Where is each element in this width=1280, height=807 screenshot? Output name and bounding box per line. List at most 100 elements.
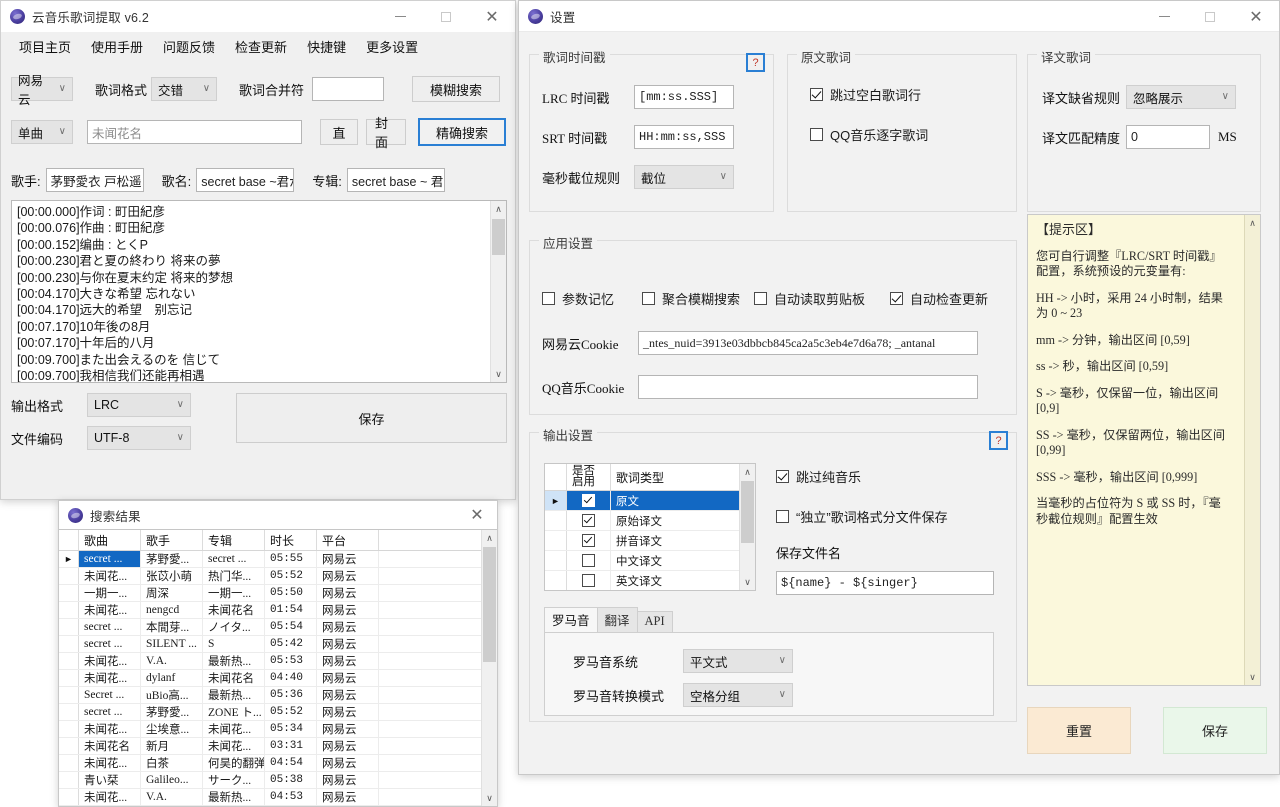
direct-button[interactable]: 直 [320, 119, 358, 145]
search-input[interactable]: 未闻花名 [87, 120, 302, 144]
exact-search-button[interactable]: 精确搜索 [418, 118, 506, 146]
file-encoding-select[interactable]: UTF-8 ∨ [87, 426, 191, 450]
tab-api[interactable]: API [636, 611, 673, 632]
results-column-header[interactable]: 歌曲 [79, 530, 141, 550]
scroll-down-icon[interactable]: ∨ [1245, 669, 1260, 685]
song-field[interactable]: secret base ~君が [196, 168, 295, 192]
auto-read-clipboard-checkbox[interactable]: 自动读取剪贴板 [754, 289, 890, 308]
tab-romaji[interactable]: 罗马音 [544, 607, 598, 632]
row-selector[interactable] [59, 755, 79, 771]
lyric-type-row[interactable]: 原始译文 [545, 511, 755, 531]
skip-blank-lines-checkbox[interactable]: 跳过空白歌词行 [810, 85, 921, 104]
romaji-system-select[interactable]: 平文式 ∨ [683, 649, 793, 673]
srt-timestamp-input[interactable]: HH:mm:ss,SSS [634, 125, 734, 149]
checkbox-icon[interactable] [582, 494, 595, 507]
filename-input[interactable]: ${name} - ${singer} [776, 571, 994, 595]
skip-instrumental-checkbox[interactable]: 跳过纯音乐 [776, 467, 861, 486]
cell-enabled[interactable] [567, 571, 611, 590]
menu-item-manual[interactable]: 使用手册 [81, 34, 153, 59]
minimize-icon[interactable] [377, 1, 423, 32]
tab-translate[interactable]: 翻译 [596, 607, 638, 632]
row-selector[interactable] [59, 568, 79, 584]
row-selector[interactable] [59, 602, 79, 618]
table-row[interactable]: 未闻花... V.A. 最新热... 05:53 网易云 [59, 653, 497, 670]
checkbox-icon[interactable] [582, 554, 595, 567]
romaji-mode-select[interactable]: 空格分组 ∨ [683, 683, 793, 707]
row-selector[interactable] [545, 551, 567, 570]
param-memory-checkbox[interactable]: 参数记忆 [542, 289, 642, 308]
ms-rule-select[interactable]: 截位 ∨ [634, 165, 734, 189]
row-selector[interactable] [59, 670, 79, 686]
row-selector[interactable] [59, 704, 79, 720]
row-selector[interactable] [545, 531, 567, 550]
scroll-down-icon[interactable]: ∨ [491, 366, 506, 382]
main-window-titlebar[interactable]: 云音乐歌词提取 v6.2 ✕ [1, 1, 515, 32]
search-results-grid[interactable]: 歌曲 歌手 专辑 时长 平台 ► secret ... 茅野愛... secret ... 05… [59, 529, 497, 806]
row-selector[interactable] [545, 511, 567, 530]
lyric-type-table-body[interactable]: ►原文原始译文拼音译文中文译文英文译文罗马音译文 [545, 491, 755, 590]
table-row[interactable]: 未闻花... 张苡小萌 热门华... 05:52 网易云 [59, 568, 497, 585]
menu-item-more-settings[interactable]: 更多设置 [356, 34, 428, 59]
table-row[interactable]: 未闻花... V.A. 最新热... 04:53 网易云 [59, 789, 497, 806]
minimize-icon[interactable] [1141, 1, 1187, 32]
row-selector[interactable] [59, 636, 79, 652]
timestamp-help-icon[interactable]: ? [746, 53, 765, 72]
save-button[interactable]: 保存 [236, 393, 507, 443]
checkbox-icon[interactable] [582, 534, 595, 547]
lyric-format-select[interactable]: 交错 ∨ [151, 77, 218, 101]
menu-item-home[interactable]: 项目主页 [9, 34, 81, 59]
platform-select[interactable]: 网易云 ∨ [11, 74, 73, 107]
lrc-timestamp-input[interactable]: [mm:ss.SSS] [634, 85, 734, 109]
table-row[interactable]: ► secret ... 茅野愛... secret ... 05:55 网易云 [59, 551, 497, 568]
row-selector[interactable] [59, 789, 79, 805]
qq-word-by-word-checkbox[interactable]: QQ音乐逐字歌词 [810, 125, 928, 144]
scrollbar-thumb[interactable] [483, 547, 496, 662]
results-titlebar[interactable]: 搜索结果 ✕ [59, 501, 497, 529]
table-row[interactable]: secret ... 本間芽... ノイタ... 05:54 网易云 [59, 619, 497, 636]
cell-enabled[interactable] [567, 491, 611, 510]
cell-enabled[interactable] [567, 531, 611, 550]
table-row[interactable]: 未闻花... dylanf 未闻花名 04:40 网易云 [59, 670, 497, 687]
row-selector[interactable] [59, 721, 79, 737]
match-precision-input[interactable]: 0 [1126, 125, 1210, 149]
lyric-type-scrollbar[interactable]: ∧ ∨ [739, 464, 755, 590]
output-help-icon[interactable]: ? [989, 431, 1008, 450]
menu-item-shortcuts[interactable]: 快捷键 [297, 34, 356, 59]
scroll-up-icon[interactable]: ∧ [1245, 215, 1260, 231]
menu-item-check-update[interactable]: 检查更新 [225, 34, 297, 59]
row-selector[interactable] [59, 738, 79, 754]
search-type-select[interactable]: 单曲 ∨ [11, 120, 73, 144]
qq-cookie-input[interactable] [638, 375, 978, 399]
reset-button[interactable]: 重置 [1027, 707, 1131, 754]
cover-button[interactable]: 封面 [366, 116, 406, 150]
cell-enabled[interactable] [567, 551, 611, 570]
table-row[interactable]: 未闻花... 尘埃意... 未闻花... 05:34 网易云 [59, 721, 497, 738]
default-rule-select[interactable]: 忽略展示 ∨ [1126, 85, 1236, 109]
row-selector[interactable]: ► [59, 551, 79, 567]
album-field[interactable]: secret base ~ 君 [346, 168, 445, 192]
results-grid-body[interactable]: ► secret ... 茅野愛... secret ... 05:55 网易云 未闻花..… [59, 551, 497, 806]
row-selector[interactable] [59, 619, 79, 635]
results-column-header[interactable]: 时长 [265, 530, 317, 550]
tips-panel[interactable]: 【提示区】 您可自行调整『LRC/SRT 时间戳』配置，系统预设的元变量有: HH … [1027, 214, 1261, 686]
table-row[interactable]: secret ... 茅野愛... ZONE ト... 05:52 网易云 [59, 704, 497, 721]
table-row[interactable]: 未闻花... 白茶 何昊的翻弹 04:54 网易云 [59, 755, 497, 772]
row-selector[interactable] [59, 772, 79, 788]
lyric-type-row[interactable]: 英文译文 [545, 571, 755, 590]
close-icon[interactable]: ✕ [457, 501, 497, 529]
row-selector[interactable] [59, 585, 79, 601]
table-row[interactable]: 青い栞 Galileo... サーク... 05:38 网易云 [59, 772, 497, 789]
maximize-icon[interactable] [423, 1, 469, 32]
scroll-up-icon[interactable]: ∧ [482, 530, 497, 546]
row-selector[interactable]: ► [545, 491, 567, 510]
row-selector[interactable] [545, 571, 567, 590]
scrollbar-thumb[interactable] [492, 219, 505, 255]
aggregate-fuzzy-search-checkbox[interactable]: 聚合模糊搜索 [642, 289, 754, 308]
lyrics-textarea[interactable]: [00:00.000]作词 : 町田紀彦 [00:00.076]作曲 : 町田紀彦… [11, 200, 507, 383]
table-row[interactable]: 未闻花... nengcd 未闻花名 01:54 网易云 [59, 602, 497, 619]
lyric-type-table[interactable]: 是否 启用 歌词类型 ►原文原始译文拼音译文中文译文英文译文罗马音译文 ∧ ∨ [544, 463, 756, 591]
close-icon[interactable]: ✕ [1233, 1, 1279, 32]
scroll-up-icon[interactable]: ∧ [740, 464, 755, 480]
settings-save-button[interactable]: 保存 [1163, 707, 1267, 754]
results-column-header[interactable]: 专辑 [203, 530, 265, 550]
